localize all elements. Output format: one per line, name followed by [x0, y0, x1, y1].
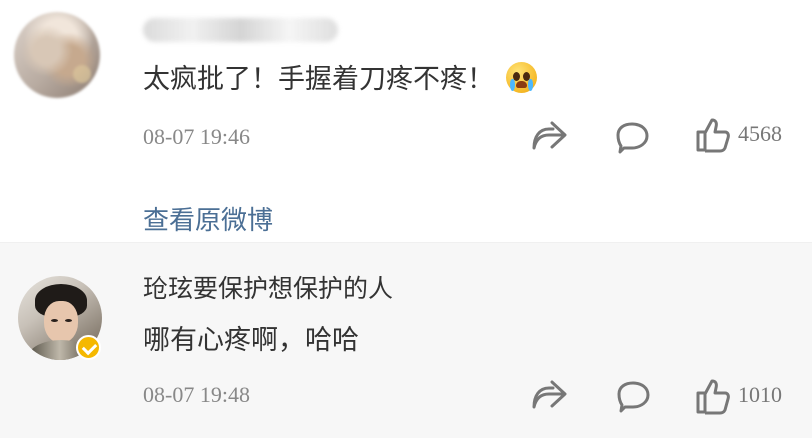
blurred-username: [143, 18, 338, 42]
reply-card: 玱玹要保护想保护的人 哪有心疼啊，哈哈 08-07 19:48 1010: [0, 242, 812, 438]
comment-text: 太疯批了！手握着刀疼不疼！: [143, 62, 537, 96]
like-count: 4568: [738, 121, 782, 146]
thumb-up-icon: [696, 379, 730, 415]
comment-icon: [617, 381, 650, 413]
share-icon: [532, 121, 567, 150]
crying-emoji-icon: [506, 62, 537, 93]
comment-icon: [616, 122, 649, 154]
weibo-comments-page: 太疯批了！手握着刀疼不疼！ 08-07 19:46 4568 查看原微博 玱玹要…: [0, 0, 812, 438]
reply-time: 08-07 19:48: [143, 382, 250, 407]
like-count: 1010: [738, 382, 782, 407]
avatar[interactable]: [14, 12, 100, 98]
comment-button[interactable]: [614, 379, 652, 413]
share-button[interactable]: [531, 377, 569, 411]
like-button[interactable]: 4568: [694, 115, 787, 155]
like-button[interactable]: 1010: [694, 375, 791, 418]
comment-text-content: 太疯批了！手握着刀疼不疼！: [143, 64, 494, 95]
verified-badge-icon: [76, 335, 101, 360]
comment-button[interactable]: [613, 120, 651, 154]
username[interactable]: 玱玹要保护想保护的人: [143, 273, 393, 305]
share-button[interactable]: [531, 118, 569, 152]
comment-time: 08-07 19:46: [143, 124, 250, 149]
thumb-up-icon: [696, 118, 730, 153]
reply-text: 哪有心疼啊，哈哈: [143, 325, 359, 356]
comment-card: 太疯批了！手握着刀疼不疼！ 08-07 19:46 4568 查看原微博: [0, 0, 812, 242]
share-icon: [532, 380, 567, 409]
view-original-link[interactable]: 查看原微博: [143, 205, 273, 237]
